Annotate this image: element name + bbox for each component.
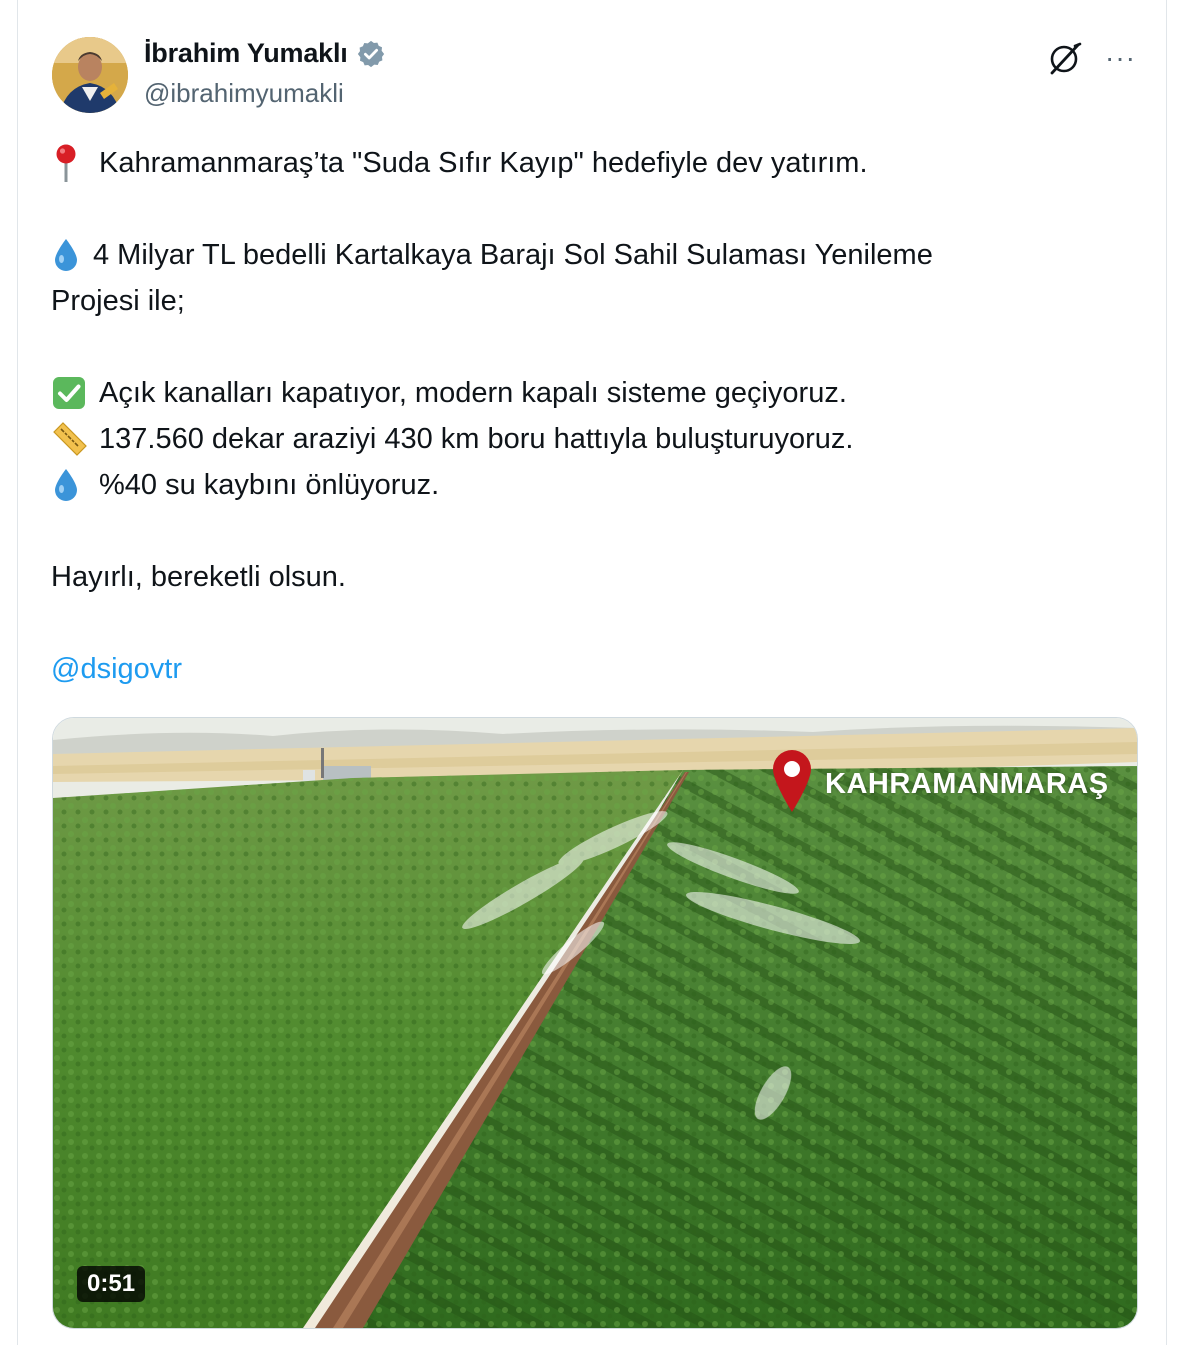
tweet-line: @dsigovtr — [51, 646, 1131, 692]
tweet-line: %40 su kaybını önlüyoruz. — [51, 462, 1131, 508]
tweet-line: 137.560 dekar araziyi 430 km boru hattıy… — [51, 416, 1131, 462]
video-thumbnail — [53, 718, 1137, 1328]
verified-badge-icon — [356, 39, 386, 69]
video-duration-badge: 0:51 — [77, 1266, 146, 1302]
location-label: KAHRAMANMARAŞ — [825, 768, 1109, 800]
mention-link[interactable]: @dsigovtr — [51, 646, 182, 692]
tweet-line: Kahramanmaraş’ta "Suda Sıfır Kayıp" hede… — [51, 140, 1131, 186]
project-text-continued: Projesi ile; — [51, 285, 185, 317]
headline-text: Kahramanmaraş’ta "Suda Sıfır Kayıp" hede… — [99, 147, 868, 179]
bullet-text: %40 su kaybını önlüyoruz. — [99, 469, 440, 501]
straight-ruler-emoji — [51, 419, 93, 459]
more-options-icon[interactable]: ··· — [1105, 40, 1136, 76]
avatar[interactable] — [52, 37, 128, 113]
author-name[interactable]: İbrahim Yumaklı — [144, 38, 348, 69]
project-text: 4 Milyar TL bedelli Kartalkaya Barajı So… — [93, 239, 933, 271]
tweet-line: Açık kanalları kapatıyor, modern kapalı … — [51, 370, 1131, 416]
author-handle[interactable]: @ibrahimyumakli — [144, 78, 344, 109]
bullet-text: Açık kanalları kapatıyor, modern kapalı … — [99, 377, 847, 409]
check-mark-button-emoji — [51, 373, 93, 413]
droplet-emoji — [51, 465, 93, 505]
card-right-border — [1166, 0, 1167, 1345]
closing-text: Hayırlı, bereketli olsun. — [51, 561, 346, 593]
bullet-text: 137.560 dekar araziyi 430 km boru hattıy… — [99, 423, 854, 455]
tweet-line: 4 Milyar TL bedelli Kartalkaya Barajı So… — [51, 232, 1131, 278]
grok-icon[interactable] — [1047, 40, 1083, 76]
round-pushpin-emoji — [51, 143, 93, 183]
tweet-line: Projesi ile; — [51, 278, 1131, 324]
card-left-border — [17, 0, 18, 1345]
tweet-text: Kahramanmaraş’ta "Suda Sıfır Kayıp" hede… — [51, 140, 1131, 692]
droplet-emoji — [51, 235, 89, 275]
video-player[interactable]: KAHRAMANMARAŞ 0:51 — [52, 717, 1138, 1329]
location-pin-icon — [773, 750, 811, 812]
tweet-line: Hayırlı, bereketli olsun. — [51, 554, 1131, 600]
